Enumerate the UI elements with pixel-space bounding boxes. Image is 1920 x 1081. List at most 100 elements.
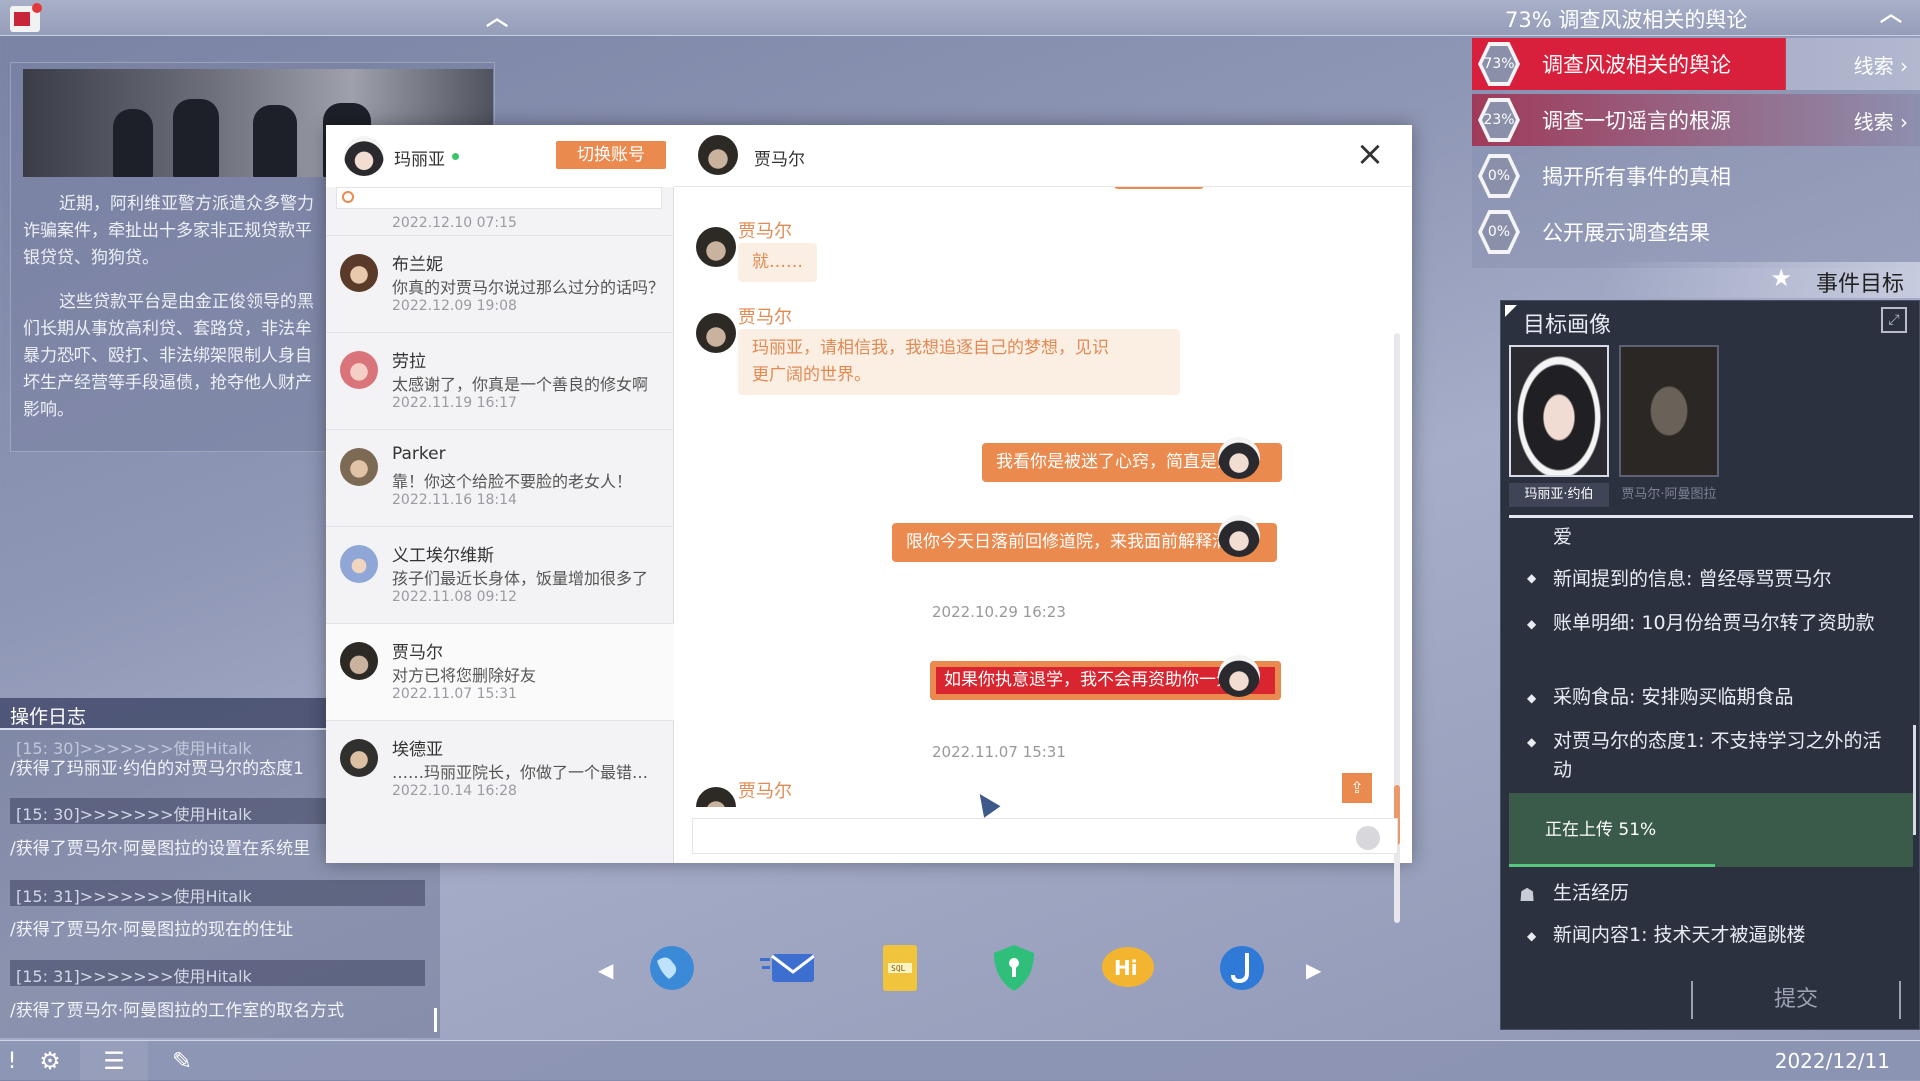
collapse-up-icon[interactable]: ︿	[486, 8, 508, 30]
objective-text: 揭开所有事件的真相	[1542, 165, 1731, 189]
contact-last-message: 太感谢了，你真是一个善良的修女啊	[392, 375, 649, 394]
objective-progress: 0%	[1482, 158, 1516, 194]
log-entry: /获得了玛丽亚·约伯的对贾马尔的态度1	[10, 759, 304, 779]
contact-time: 2022.12.09 19:08	[392, 298, 517, 314]
message-bubble-in: 玛丽亚，请相信我，我想追逐自己的梦想，见识 更广阔的世界。	[738, 329, 1180, 395]
objective-item[interactable]: 0% 公开展示调查结果	[1472, 206, 1920, 258]
upload-text: 正在上传 51%	[1545, 820, 1657, 840]
svg-text:SQL: SQL	[891, 964, 906, 973]
target-portrait-1[interactable]	[1509, 345, 1609, 477]
avatar	[340, 254, 378, 292]
system-date: 2022/12/11	[1774, 1049, 1890, 1073]
objective-item-active[interactable]: 73% 调查风波相关的舆论 线索 ›	[1472, 38, 1920, 90]
profile-fact: 新闻提到的信息: 曾经辱骂贾马尔	[1553, 568, 1832, 590]
life-section-title: 生活经历	[1553, 882, 1630, 904]
dock-next-icon[interactable]: ▶	[1306, 958, 1321, 982]
life-section-icon: ☗	[1519, 885, 1536, 906]
contact-time: 2022.10.14 16:28	[392, 783, 517, 799]
bullet-icon: ◆	[1527, 735, 1537, 749]
browser-globe-icon[interactable]	[644, 940, 700, 996]
log-scrollbar[interactable]	[434, 1008, 437, 1032]
sql-database-icon[interactable]: SQL	[872, 940, 928, 996]
objectives-panel: 73% 调查风波相关的舆论 线索 › 23% 调查一切谣言的根源 线索 › 0%…	[1472, 38, 1920, 268]
message-sender: 贾马尔	[738, 307, 792, 328]
contact-item[interactable]: Parker 靠！你这个给脸不要脸的老女人！ 2022.11.16 18:14	[326, 429, 674, 526]
bullet-icon: ◆	[1527, 691, 1537, 705]
chat-header: 贾马尔 ×	[674, 125, 1412, 187]
contact-item[interactable]: 劳拉 太感谢了，你真是一个善良的修女啊 2022.11.19 16:17	[326, 332, 674, 429]
my-avatar	[344, 136, 384, 176]
contact-time: 2022.11.08 09:12	[392, 589, 517, 605]
contact-last-message: 对方已将您删除好友	[392, 666, 537, 685]
close-icon[interactable]: ×	[1354, 137, 1386, 171]
hitalk-chat-icon[interactable]: Hi	[1100, 940, 1156, 996]
contact-last-message: 靠！你这个给脸不要脸的老女人！	[392, 472, 633, 491]
notes-icon[interactable]: ✎	[148, 1041, 216, 1081]
contact-search-input[interactable]	[336, 187, 662, 209]
objective-item[interactable]: 0% 揭开所有事件的真相	[1472, 150, 1920, 202]
objective-text: 调查风波相关的舆论	[1542, 53, 1731, 77]
message-sender: 贾马尔	[738, 781, 792, 802]
profile-text-partial: 爱	[1553, 526, 1573, 548]
upload-progress-bar	[1509, 864, 1715, 867]
log-entry: /获得了贾马尔·阿曼图拉的工作室的取名方式	[10, 1001, 345, 1021]
hook-tool-icon[interactable]	[1214, 940, 1270, 996]
avatar	[696, 313, 736, 353]
contact-item[interactable]: 义工埃尔维斯 孩子们最近长身体，饭量增加很多了 2022.11.08 09:12	[326, 526, 674, 623]
submit-button[interactable]: 提交	[1691, 981, 1901, 1019]
message-timestamp: 2022.10.29 16:23	[932, 603, 1066, 621]
contact-item[interactable]: 布兰妮 你真的对贾马尔说过那么过分的话吗？ 2022.12.09 19:08	[326, 235, 674, 332]
search-icon	[342, 191, 354, 203]
current-objective-status: 73% 调查风波相关的舆论	[1505, 8, 1748, 32]
message-bubble-in: 就……	[738, 243, 817, 282]
target-label: 贾马尔·阿曼图拉	[1621, 487, 1717, 502]
bullet-icon: ◆	[1527, 929, 1537, 943]
avatar	[1218, 515, 1260, 557]
message-area: 贾马尔 就…… 贾马尔 玛丽亚，请相信我，我想追逐自己的梦想，见识 更广阔的世界…	[674, 187, 1412, 807]
security-shield-icon[interactable]	[986, 940, 1042, 996]
task-list-icon[interactable]: ☰	[80, 1041, 148, 1081]
target-label: 玛丽亚·约伯	[1509, 483, 1609, 507]
contact-last-message: 孩子们最近长身体，饭量增加很多了	[392, 569, 649, 588]
profile-scrollbar[interactable]	[1913, 725, 1916, 835]
app-logo-icon[interactable]	[10, 3, 42, 32]
profile-fact: 对贾马尔的态度1: 不支持学习之外的活动	[1553, 730, 1882, 781]
clue-link[interactable]: 线索 ›	[1854, 106, 1908, 135]
profile-fact: 新闻内容1: 技术天才被逼跳楼	[1553, 924, 1806, 946]
message-input[interactable]	[692, 818, 1398, 854]
contact-last-message: ……玛丽亚院长，你做了一个最错误的决定	[392, 763, 664, 782]
log-entry: /获得了贾马尔·阿曼图拉的设置在系统里	[10, 839, 311, 859]
switch-account-button[interactable]: 切换账号	[556, 141, 666, 169]
divider	[1509, 515, 1913, 518]
clue-link[interactable]: 线索 ›	[1854, 50, 1908, 79]
contact-item[interactable]: 埃德亚 ……玛丽亚院长，你做了一个最错误的决定 2022.10.14 16:28	[326, 720, 674, 817]
log-timestamp: [15: 31]>>>>>>>使用Hitalk	[10, 880, 425, 906]
account-row: 玛丽亚 切换账号	[326, 125, 674, 187]
contact-list: 玛丽亚 切换账号 2022.12.10 07:15 布兰妮 你真的对贾马尔说过那…	[326, 125, 674, 863]
contact-time: 2022.11.16 18:14	[392, 492, 517, 508]
contact-name: Parker	[392, 444, 446, 464]
settings-gear-icon[interactable]: ⚙	[16, 1041, 84, 1081]
target-profile-panel: 目标画像 ⤢ 玛丽亚·约伯 贾马尔·阿曼图拉 爱 ◆ 新闻提到的信息: 曾经辱骂…	[1500, 300, 1920, 1030]
event-goal-title: 事件目标	[1815, 272, 1904, 297]
contact-item-selected[interactable]: 贾马尔 对方已将您删除好友 2022.11.07 15:31	[326, 623, 674, 720]
svg-text:Hi: Hi	[1114, 956, 1138, 980]
avatar	[340, 642, 378, 680]
target-portrait-2[interactable]	[1619, 345, 1719, 477]
scroll-to-top-icon[interactable]: ⇪	[1342, 773, 1372, 803]
send-icon[interactable]	[1356, 826, 1380, 850]
avatar	[696, 227, 736, 267]
contact-name: 布兰妮	[392, 255, 443, 275]
objective-item[interactable]: 23% 调查一切谣言的根源 线索 ›	[1472, 94, 1920, 146]
contact-name: 义工埃尔维斯	[392, 546, 494, 566]
log-entry: /获得了贾马尔·阿曼图拉的现在的住址	[10, 920, 294, 940]
mail-icon[interactable]	[758, 940, 814, 996]
objective-progress: 23%	[1482, 102, 1516, 138]
corner-marker-icon	[1505, 305, 1517, 317]
expand-icon[interactable]: ⤢	[1881, 307, 1907, 333]
dock-prev-icon[interactable]: ◀	[598, 958, 613, 982]
objective-text: 公开展示调查结果	[1542, 221, 1710, 245]
collapse-objectives-icon[interactable]: ︿	[1880, 4, 1902, 26]
list-item-time: 2022.12.10 07:15	[392, 215, 517, 231]
objective-progress: 0%	[1482, 214, 1516, 250]
